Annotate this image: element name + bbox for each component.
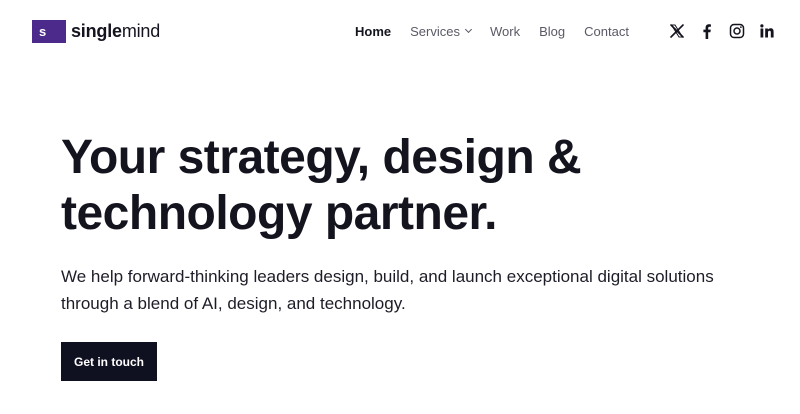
brand-logo[interactable]: s singlemind	[32, 20, 160, 43]
logo-mark: s	[32, 20, 66, 43]
linkedin-icon-glyph	[760, 24, 774, 38]
brand-name-light: mind	[121, 21, 161, 41]
instagram-icon[interactable]	[729, 23, 745, 39]
get-in-touch-button[interactable]: Get in touch	[61, 342, 157, 381]
instagram-icon-glyph	[729, 23, 745, 39]
brand-name-bold: single	[71, 21, 122, 41]
facebook-icon-glyph	[703, 24, 711, 39]
hero-title-line-1: Your strategy, design &	[61, 131, 582, 184]
chevron-down-icon	[464, 25, 473, 34]
nav-item-work[interactable]: Work	[490, 24, 520, 39]
social-links	[669, 23, 775, 39]
x-icon-glyph	[670, 24, 684, 38]
facebook-icon[interactable]	[699, 23, 715, 39]
site-header: s singlemind Home Services Work Blog Con…	[0, 0, 800, 62]
page: s singlemind Home Services Work Blog Con…	[0, 0, 800, 414]
hero-subtitle-line-2: through a blend of AI, design, and techn…	[61, 294, 406, 313]
hero-subtitle: We help forward-thinking leaders design,…	[61, 263, 751, 317]
hero-title-line-2: technology partner.	[61, 187, 497, 240]
hero-subtitle-line-1: We help forward-thinking leaders design,…	[61, 267, 714, 286]
nav-item-home[interactable]: Home	[355, 24, 391, 39]
x-icon[interactable]	[669, 23, 685, 39]
brand-name: singlemind	[71, 20, 160, 43]
nav-item-services-label: Services	[410, 23, 460, 39]
main-nav: Home Services Work Blog Contact	[355, 22, 629, 40]
nav-item-services[interactable]: Services	[410, 23, 473, 39]
hero-title: Your strategy, design & technology partne…	[61, 130, 741, 242]
nav-item-blog[interactable]: Blog	[539, 24, 565, 39]
nav-item-contact[interactable]: Contact	[584, 24, 629, 39]
linkedin-icon[interactable]	[759, 23, 775, 39]
